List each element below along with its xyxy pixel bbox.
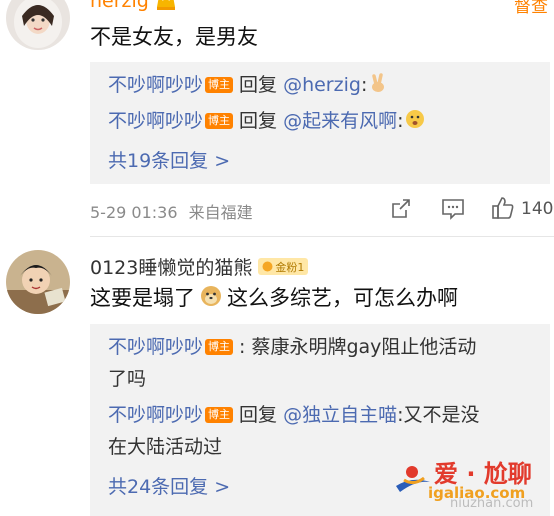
reply-text-line2: 在大陆活动过 bbox=[108, 436, 223, 458]
comment2-username-text[interactable]: 0123睡懒觉的猫熊 bbox=[90, 253, 252, 280]
comment2-reply-1-cont: 了吗 bbox=[108, 366, 146, 392]
share-icon[interactable] bbox=[389, 197, 413, 221]
comment1-reply-box[interactable]: 不吵啊吵吵 博主 回复 @herzig: 不吵啊吵吵 博主 回复 @起来有风啊: 共19… bbox=[90, 62, 550, 184]
comment1-more-replies-link[interactable]: 共19条回复 > bbox=[108, 146, 230, 173]
comment2-reply-2[interactable]: 不吵啊吵吵 博主 回复 @独立自主喵:又不是没 bbox=[108, 402, 480, 428]
comment1-username-text[interactable]: herzig bbox=[90, 0, 149, 12]
comment2-reply-1[interactable]: 不吵啊吵吵 博主 : 蔡康永明牌gay阻止他活动 bbox=[108, 334, 476, 360]
reply-author-name[interactable]: 不吵啊吵吵 bbox=[108, 336, 203, 358]
watermark-url: igaliao.com bbox=[428, 484, 526, 502]
worried-face-emoji-icon bbox=[404, 108, 426, 137]
reply-text-line2: 了吗 bbox=[108, 368, 147, 390]
comment2-text: 这要是塌了 这么多综艺，可怎么办啊 bbox=[90, 284, 458, 315]
comment1-reply-2[interactable]: 不吵啊吵吵 博主 回复 @起来有风啊: bbox=[108, 108, 426, 137]
host-tag: 博主 bbox=[205, 339, 234, 355]
vip-crown-icon bbox=[156, 0, 175, 10]
reply-mention[interactable]: @起来有风啊 bbox=[283, 110, 397, 132]
site-watermark: 爱 · 尬聊 niuzhan.com igaliao.com bbox=[390, 450, 550, 512]
avatar-image bbox=[6, 250, 70, 314]
reply-author-name[interactable]: 不吵啊吵吵 bbox=[108, 404, 203, 426]
reply-prefix: 回复 bbox=[239, 110, 278, 132]
comment-icon[interactable] bbox=[440, 197, 466, 221]
comment1-reply-1[interactable]: 不吵啊吵吵 博主 回复 @herzig: bbox=[108, 72, 389, 101]
comment1-date: 5-29 01:36 bbox=[90, 203, 178, 222]
comment2-text-part2: 这么多综艺，可怎么办啊 bbox=[227, 286, 458, 310]
comment2-username[interactable]: 0123睡懒觉的猫熊 金粉1 bbox=[90, 253, 309, 280]
comment1-top-action[interactable]: 督查 bbox=[514, 0, 548, 17]
comment1-text: 不是女友，是男友 bbox=[90, 25, 258, 49]
fan-badge: 金粉1 bbox=[258, 258, 309, 275]
victory-hand-emoji-icon bbox=[367, 72, 389, 101]
comment1-username[interactable]: herzig bbox=[90, 0, 177, 12]
comment2-text-part1: 这要是塌了 bbox=[90, 286, 195, 310]
reply-mention[interactable]: @独立自主喵 bbox=[283, 404, 397, 426]
reply-text-line1: :又不是没 bbox=[397, 404, 480, 426]
host-tag: 博主 bbox=[205, 77, 234, 93]
avatar-image bbox=[6, 0, 70, 50]
reply-prefix: 回复 bbox=[239, 404, 278, 426]
avatar-0123[interactable] bbox=[6, 250, 70, 314]
reply-author-name[interactable]: 不吵啊吵吵 bbox=[108, 110, 203, 132]
reply-prefix: 回复 bbox=[239, 74, 278, 96]
reply-author-name[interactable]: 不吵啊吵吵 bbox=[108, 74, 203, 96]
comment1-meta: 5-29 01:36 来自福建 bbox=[90, 199, 253, 223]
comment1-like-count: 140 bbox=[521, 199, 554, 219]
comment-divider bbox=[90, 236, 554, 237]
host-tag: 博主 bbox=[205, 407, 234, 423]
reply-text-line1: : 蔡康永明牌gay阻止他活动 bbox=[239, 336, 477, 358]
host-tag: 博主 bbox=[205, 113, 234, 129]
comment2-more-replies-link[interactable]: 共24条回复 > bbox=[108, 472, 230, 499]
fan-badge-label: 金粉1 bbox=[275, 260, 305, 274]
fan-badge-icon bbox=[262, 261, 273, 272]
comment1-location: 来自福建 bbox=[188, 203, 253, 222]
like-thumb-icon[interactable] bbox=[490, 195, 516, 221]
reply-mention[interactable]: @herzig bbox=[283, 74, 361, 96]
doge-emoji-icon bbox=[199, 284, 223, 315]
comment2-reply-2-cont: 在大陆活动过 bbox=[108, 434, 222, 460]
avatar-herzig[interactable] bbox=[6, 0, 70, 50]
